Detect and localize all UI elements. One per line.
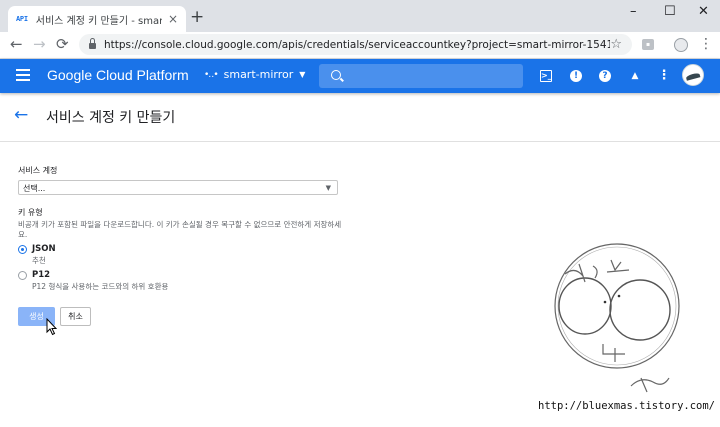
url-text[interactable]: https://console.cloud.google.com/apis/cr… [104, 39, 610, 51]
reload-button[interactable]: ⟳ [56, 35, 69, 53]
browser-menu-icon[interactable]: ⋮ [699, 36, 713, 52]
page-title: 서비스 계정 키 만들기 [46, 110, 176, 126]
lock-icon[interactable] [89, 38, 96, 49]
close-window-button[interactable]: ✕ [698, 4, 709, 19]
key-type-description: 비공개 키가 포함된 파일을 다운로드합니다. 이 키가 손실될 경우 복구할 … [18, 220, 342, 239]
mouse-cursor-icon [46, 318, 58, 336]
create-key-form: 서비스 계정 선택... ▼ 키 유형 비공개 키가 포함된 파일을 다운로드합… [18, 165, 348, 292]
option-subtitle: P12 형식을 사용하는 코드와의 하위 호환용 [32, 282, 169, 291]
option-title: P12 [32, 270, 51, 280]
notifications-icon[interactable]: ▲ [628, 69, 642, 83]
service-account-select[interactable]: 선택... ▼ [18, 180, 338, 195]
page-header: ← 서비스 계정 키 만들기 [0, 93, 720, 142]
browser-toolbar: ← → ⟳ https://console.cloud.google.com/a… [0, 32, 720, 59]
dropdown-caret-icon: ▼ [299, 70, 306, 79]
address-bar[interactable]: https://console.cloud.google.com/apis/cr… [79, 34, 632, 55]
hamburger-menu-icon[interactable] [16, 69, 30, 81]
watermark-logo [554, 243, 680, 393]
project-icon: •‥• [204, 69, 219, 80]
bookmark-star-icon[interactable]: ☆ [610, 37, 622, 52]
cancel-button[interactable]: 취소 [60, 307, 91, 326]
alert-icon[interactable]: ! [570, 70, 582, 82]
maximize-button[interactable]: ☐ [664, 4, 676, 19]
account-avatar[interactable] [682, 64, 704, 86]
key-type-label: 키 유형 [18, 208, 43, 217]
radio-option-p12[interactable]: P12 P12 형식을 사용하는 코드와의 하위 호환용 [18, 270, 348, 292]
radio-selected-icon[interactable] [18, 245, 27, 254]
search-input[interactable] [319, 64, 523, 88]
back-button[interactable]: ← [10, 35, 23, 53]
extension-icon[interactable]: ▪ [642, 39, 654, 50]
close-tab-icon[interactable]: × [168, 12, 178, 26]
browser-profile-avatar[interactable] [674, 38, 688, 52]
service-account-value: 선택... [23, 184, 46, 193]
terminal-icon[interactable]: >_ [540, 70, 552, 82]
forward-button[interactable]: → [33, 35, 46, 53]
option-title: JSON [32, 244, 56, 254]
help-icon[interactable]: ? [599, 70, 611, 82]
search-icon [331, 70, 341, 80]
tab-title: 서비스 계정 키 만들기 - smart- [35, 15, 162, 27]
radio-unselected-icon[interactable] [18, 271, 27, 280]
new-tab-button[interactable]: + [190, 7, 204, 27]
project-selector[interactable]: •‥• smart-mirror ▼ [204, 68, 305, 81]
project-name: smart-mirror [223, 68, 294, 81]
minimize-button[interactable]: – [630, 4, 637, 19]
gcp-header: Google Cloud Platform •‥• smart-mirror ▼… [0, 59, 720, 93]
watermark-url: http://bluexmas.tistory.com/ [538, 400, 716, 412]
api-favicon-icon: API [16, 15, 28, 23]
select-caret-icon: ▼ [325, 184, 331, 192]
browser-tab[interactable]: API 서비스 계정 키 만들기 - smart- × [8, 6, 186, 32]
service-account-label: 서비스 계정 [18, 166, 58, 175]
gcp-title[interactable]: Google Cloud Platform [47, 67, 189, 83]
more-vert-icon[interactable]: ⋮ [657, 69, 671, 83]
browser-tab-strip: API 서비스 계정 키 만들기 - smart- × + – ☐ ✕ [0, 0, 720, 32]
radio-option-json[interactable]: JSON 추천 [18, 244, 348, 266]
back-arrow-icon[interactable]: ← [14, 105, 28, 125]
option-subtitle: 추천 [32, 256, 46, 265]
